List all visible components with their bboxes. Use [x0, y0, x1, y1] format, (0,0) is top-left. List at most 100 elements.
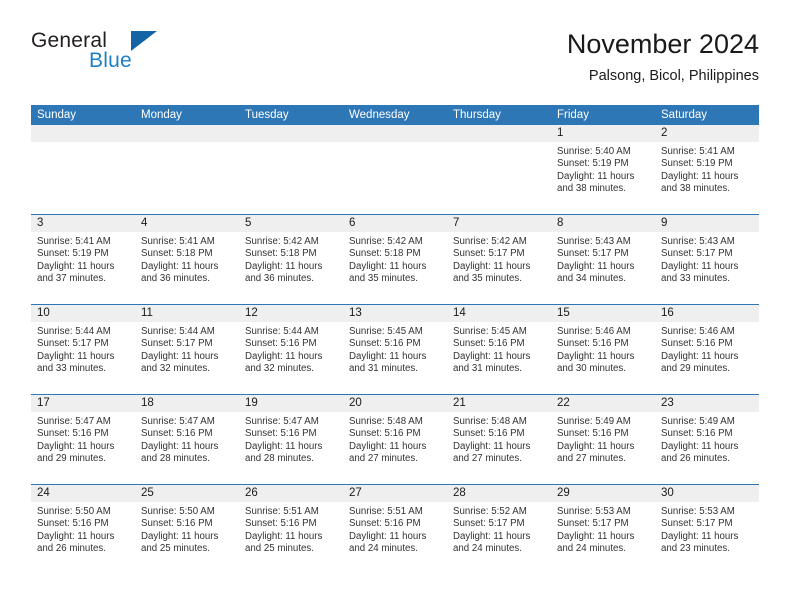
day-cell[interactable]: Sunrise: 5:48 AM Sunset: 5:16 PM Daylight:…: [343, 412, 447, 484]
day-cell[interactable]: Sunrise: 5:42 AM Sunset: 5:18 PM Daylight:…: [239, 232, 343, 304]
sunrise-text: Sunrise: 5:47 AM: [141, 416, 215, 427]
day-number[interactable]: 9: [655, 215, 759, 232]
sunrise-text: Sunrise: 5:49 AM: [661, 416, 735, 427]
day-number-band: 17 18 19 20 21 22 23: [31, 395, 759, 412]
day-number[interactable]: 2: [655, 125, 759, 142]
day-number[interactable]: 1: [551, 125, 655, 142]
day-cell[interactable]: Sunrise: 5:44 AM Sunset: 5:16 PM Daylight:…: [239, 322, 343, 394]
day-cell[interactable]: Sunrise: 5:47 AM Sunset: 5:16 PM Daylight:…: [31, 412, 135, 484]
day-cell[interactable]: Sunrise: 5:53 AM Sunset: 5:17 PM Daylight:…: [551, 502, 655, 574]
day-number[interactable]: 20: [343, 395, 447, 412]
day-number[interactable]: 11: [135, 305, 239, 322]
daylight-text: Daylight: 11 hours and 33 minutes.: [661, 260, 739, 284]
day-number[interactable]: 29: [551, 485, 655, 502]
day-cell[interactable]: Sunrise: 5:51 AM Sunset: 5:16 PM Daylight:…: [343, 502, 447, 574]
day-number[interactable]: 6: [343, 215, 447, 232]
day-number[interactable]: 13: [343, 305, 447, 322]
day-number[interactable]: 30: [655, 485, 759, 502]
day-cell[interactable]: Sunrise: 5:50 AM Sunset: 5:16 PM Daylight:…: [135, 502, 239, 574]
day-number[interactable]: 17: [31, 395, 135, 412]
day-number[interactable]: 8: [551, 215, 655, 232]
day-cell[interactable]: Sunrise: 5:47 AM Sunset: 5:16 PM Daylight:…: [135, 412, 239, 484]
day-cell[interactable]: Sunrise: 5:43 AM Sunset: 5:17 PM Daylight:…: [551, 232, 655, 304]
day-cell[interactable]: Sunrise: 5:50 AM Sunset: 5:16 PM Daylight:…: [31, 502, 135, 574]
day-number[interactable]: 28: [447, 485, 551, 502]
day-cell[interactable]: Sunrise: 5:49 AM Sunset: 5:16 PM Daylight:…: [655, 412, 759, 484]
sunset-text: Sunset: 5:17 PM: [453, 248, 525, 260]
day-cell[interactable]: Sunrise: 5:46 AM Sunset: 5:16 PM Daylight:…: [655, 322, 759, 394]
sunset-text: Sunset: 5:16 PM: [557, 428, 629, 440]
day-cell[interactable]: Sunrise: 5:40 AM Sunset: 5:19 PM Daylight:…: [551, 142, 655, 214]
day-cell[interactable]: Sunrise: 5:45 AM Sunset: 5:16 PM Daylight:…: [343, 322, 447, 394]
day-number[interactable]: 10: [31, 305, 135, 322]
daylight-text: Daylight: 11 hours and 24 minutes.: [453, 530, 531, 554]
day-number-empty: [239, 125, 343, 142]
sunset-text: Sunset: 5:16 PM: [37, 518, 109, 530]
day-detail-band: Sunrise: 5:41 AM Sunset: 5:19 PM Daylight:…: [31, 232, 759, 304]
day-cell[interactable]: Sunrise: 5:43 AM Sunset: 5:17 PM Daylight:…: [655, 232, 759, 304]
day-cell[interactable]: Sunrise: 5:46 AM Sunset: 5:16 PM Daylight:…: [551, 322, 655, 394]
sunrise-text: Sunrise: 5:43 AM: [661, 236, 735, 247]
day-number[interactable]: 15: [551, 305, 655, 322]
day-number[interactable]: 21: [447, 395, 551, 412]
weekday-header-wednesday: Wednesday: [349, 109, 410, 121]
day-cell[interactable]: Sunrise: 5:51 AM Sunset: 5:16 PM Daylight:…: [239, 502, 343, 574]
day-number[interactable]: 5: [239, 215, 343, 232]
day-cell[interactable]: Sunrise: 5:41 AM Sunset: 5:18 PM Daylight:…: [135, 232, 239, 304]
day-number-band: 3456789: [31, 215, 759, 232]
day-number[interactable]: 14: [447, 305, 551, 322]
day-cell[interactable]: Sunrise: 5:42 AM Sunset: 5:18 PM Daylight:…: [343, 232, 447, 304]
day-number[interactable]: 22: [551, 395, 655, 412]
day-number[interactable]: 4: [135, 215, 239, 232]
day-cell[interactable]: Sunrise: 5:45 AM Sunset: 5:16 PM Daylight:…: [447, 322, 551, 394]
day-detail-band: Sunrise: 5:40 AM Sunset: 5:19 PM Daylight:…: [31, 142, 759, 214]
day-number[interactable]: 7: [447, 215, 551, 232]
day-cell[interactable]: Sunrise: 5:41 AM Sunset: 5:19 PM Daylight:…: [655, 142, 759, 214]
day-number[interactable]: 23: [655, 395, 759, 412]
sunset-text: Sunset: 5:16 PM: [37, 428, 109, 440]
day-number[interactable]: 25: [135, 485, 239, 502]
sunrise-text: Sunrise: 5:52 AM: [453, 506, 527, 517]
day-number[interactable]: 18: [135, 395, 239, 412]
day-cell-empty: [135, 142, 239, 214]
day-number[interactable]: 16: [655, 305, 759, 322]
brand-name-blue: Blue: [89, 49, 132, 72]
weekday-header-monday: Monday: [141, 109, 182, 121]
sunset-text: Sunset: 5:18 PM: [245, 248, 317, 260]
day-cell[interactable]: Sunrise: 5:41 AM Sunset: 5:19 PM Daylight:…: [31, 232, 135, 304]
day-number[interactable]: 27: [343, 485, 447, 502]
day-number[interactable]: 12: [239, 305, 343, 322]
day-cell-empty: [239, 142, 343, 214]
day-number[interactable]: 26: [239, 485, 343, 502]
sunset-text: Sunset: 5:16 PM: [349, 428, 421, 440]
day-number[interactable]: 19: [239, 395, 343, 412]
daylight-text: Daylight: 11 hours and 25 minutes.: [141, 530, 219, 554]
day-number-empty: [135, 125, 239, 142]
day-cell[interactable]: Sunrise: 5:49 AM Sunset: 5:16 PM Daylight:…: [551, 412, 655, 484]
sunrise-text: Sunrise: 5:41 AM: [141, 236, 215, 247]
day-detail-band: Sunrise: 5:50 AM Sunset: 5:16 PM Daylight:…: [31, 502, 759, 574]
sunrise-text: Sunrise: 5:48 AM: [453, 416, 527, 427]
day-number[interactable]: 3: [31, 215, 135, 232]
daylight-text: Daylight: 11 hours and 29 minutes.: [37, 440, 115, 464]
day-cell[interactable]: Sunrise: 5:48 AM Sunset: 5:16 PM Daylight:…: [447, 412, 551, 484]
day-cell-empty: [447, 142, 551, 214]
sunrise-text: Sunrise: 5:42 AM: [349, 236, 423, 247]
weekday-header-saturday: Saturday: [661, 109, 708, 121]
day-number[interactable]: 24: [31, 485, 135, 502]
day-cell[interactable]: Sunrise: 5:42 AM Sunset: 5:17 PM Daylight:…: [447, 232, 551, 304]
sunrise-text: Sunrise: 5:41 AM: [37, 236, 111, 247]
sunrise-text: Sunrise: 5:44 AM: [37, 326, 111, 337]
day-cell[interactable]: Sunrise: 5:44 AM Sunset: 5:17 PM Daylight:…: [135, 322, 239, 394]
day-cell[interactable]: Sunrise: 5:53 AM Sunset: 5:17 PM Daylight:…: [655, 502, 759, 574]
daylight-text: Daylight: 11 hours and 37 minutes.: [37, 260, 115, 284]
weekday-header-tuesday: Tuesday: [245, 109, 289, 121]
brand-logo[interactable]: General Blue: [31, 28, 241, 88]
sunset-text: Sunset: 5:19 PM: [37, 248, 109, 260]
day-cell[interactable]: Sunrise: 5:47 AM Sunset: 5:16 PM Daylight:…: [239, 412, 343, 484]
day-cell[interactable]: Sunrise: 5:52 AM Sunset: 5:17 PM Daylight:…: [447, 502, 551, 574]
daylight-text: Daylight: 11 hours and 27 minutes.: [453, 440, 531, 464]
day-cell[interactable]: Sunrise: 5:44 AM Sunset: 5:17 PM Daylight:…: [31, 322, 135, 394]
daylight-text: Daylight: 11 hours and 31 minutes.: [349, 350, 427, 374]
sunset-text: Sunset: 5:16 PM: [141, 518, 213, 530]
